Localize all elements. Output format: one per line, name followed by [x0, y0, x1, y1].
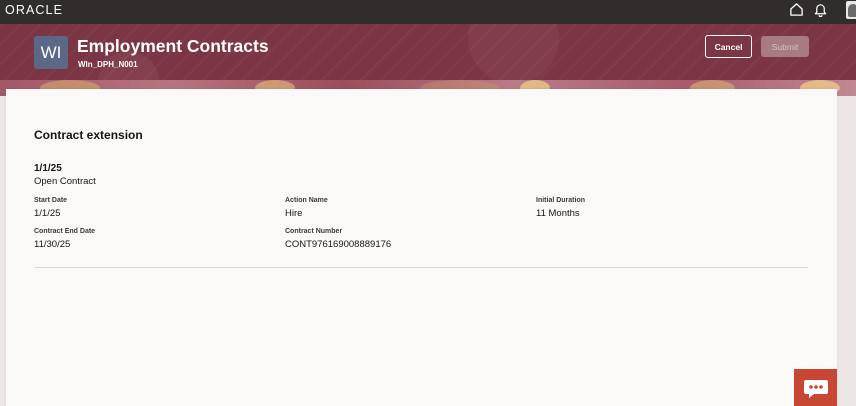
section-title: Contract extension — [34, 128, 143, 142]
bell-icon[interactable] — [813, 2, 828, 17]
chat-button[interactable] — [794, 369, 837, 406]
page-badge: WI — [34, 36, 68, 69]
start-date-label: Start Date — [34, 197, 68, 204]
oracle-logo[interactable]: ORACLE — [5, 3, 63, 17]
summary-contract-type: Open Contract — [34, 176, 96, 187]
cancel-button[interactable]: Cancel — [705, 35, 752, 58]
contract-end-date-label: Contract End Date — [34, 228, 96, 235]
action-name-value: Hire — [285, 208, 303, 219]
initial-duration-label: Initial Duration — [536, 197, 585, 204]
start-date-value: 1/1/25 — [34, 208, 61, 219]
section-divider — [34, 267, 808, 268]
top-bar: ORACLE — [0, 0, 856, 24]
initial-duration-value: 11 Months — [536, 208, 580, 219]
user-avatar[interactable] — [846, 1, 856, 19]
contract-end-date-value: 11/30/25 — [34, 239, 71, 250]
summary-date: 1/1/25 — [34, 163, 62, 174]
page-subtitle: Wln_DPH_N001 — [78, 60, 138, 69]
page-title: Employment Contracts — [77, 36, 269, 56]
contract-card: Contract extension 1/1/25 Open Contract … — [6, 89, 837, 406]
contract-number-value: CONT976169008889176 — [285, 239, 392, 250]
submit-button[interactable]: Submit — [761, 36, 809, 57]
action-name-label: Action Name — [285, 197, 328, 204]
chat-icon — [803, 380, 828, 398]
home-icon[interactable] — [789, 2, 804, 17]
contract-number-label: Contract Number — [285, 228, 343, 235]
